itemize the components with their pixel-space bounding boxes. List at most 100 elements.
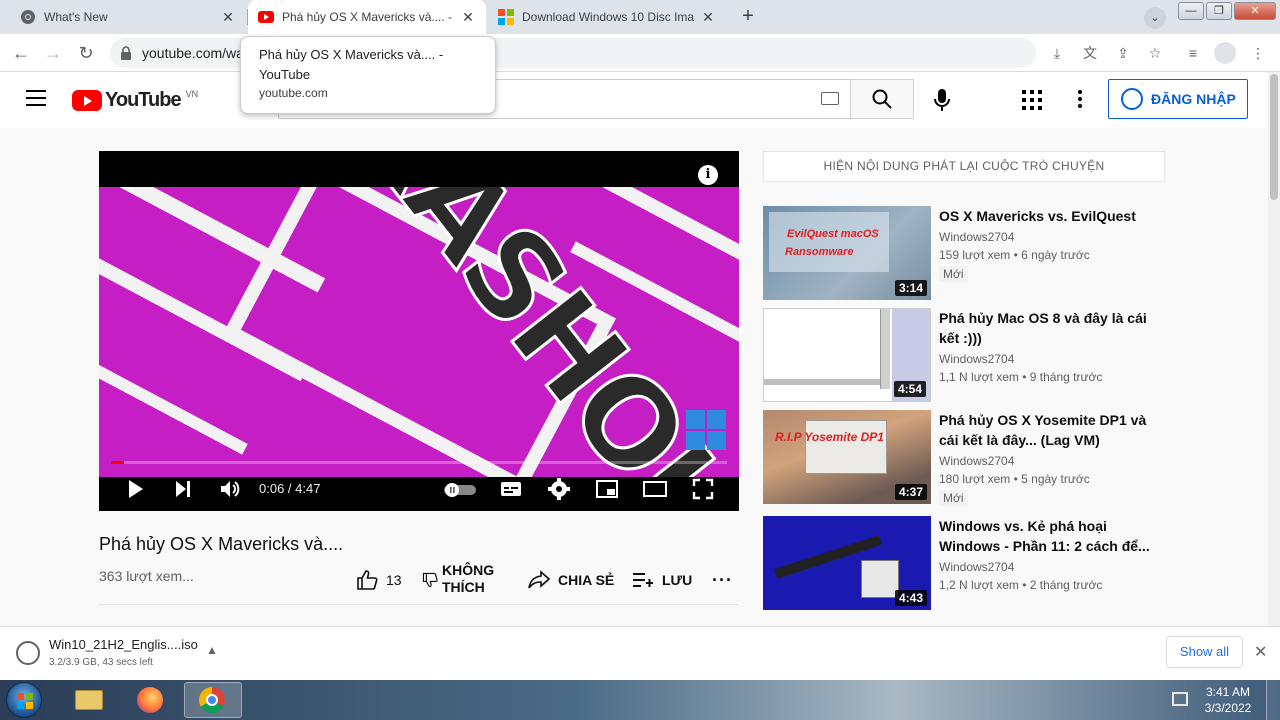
- tab-download-windows[interactable]: Download Windows 10 Disc Image ✕: [488, 0, 726, 34]
- share-button[interactable]: CHIA SẺ: [528, 570, 614, 590]
- minimize-icon[interactable]: —: [1178, 2, 1204, 20]
- reading-list-icon[interactable]: ≡: [1183, 43, 1203, 63]
- play-icon[interactable]: [123, 477, 147, 501]
- profile-avatar-icon[interactable]: [1214, 42, 1236, 64]
- hover-card-title: Phá hủy OS X Mavericks và.... - YouTube: [259, 47, 444, 82]
- clock-date: 3/3/2022: [1204, 701, 1252, 715]
- translate-icon[interactable]: 文: [1080, 43, 1100, 63]
- youtube-logo[interactable]: YouTube VN: [72, 89, 198, 112]
- microphone-icon[interactable]: [932, 88, 952, 112]
- tab-title: Phá hủy OS X Mavericks và.... - YouTube: [282, 10, 454, 24]
- network-icon[interactable]: [1172, 692, 1188, 706]
- recommendation-title[interactable]: Phá hủy OS X Yosemite DP1 và cái kết là …: [939, 410, 1159, 450]
- sign-in-button[interactable]: ĐĂNG NHẬP: [1108, 79, 1248, 119]
- recommendation-channel[interactable]: Windows2704: [939, 352, 1159, 366]
- recommendation-stats: 159 lượt xem • 6 ngày trước: [939, 248, 1090, 262]
- apps-grid-icon[interactable]: [1022, 90, 1042, 110]
- recommendation-thumbnail[interactable]: 4:54: [763, 308, 931, 402]
- autoplay-toggle-icon[interactable]: [442, 477, 478, 501]
- thumbs-down-icon[interactable]: [422, 572, 438, 588]
- show-chat-replay-button[interactable]: HIỆN NỘI DUNG PHÁT LẠI CUỘC TRÒ CHUYỆN: [763, 151, 1165, 182]
- recommendation-item[interactable]: 4:54 Phá hủy Mac OS 8 và đây là cái kết …: [763, 308, 1165, 402]
- more-actions-icon[interactable]: ···: [712, 570, 733, 591]
- taskbar-explorer[interactable]: [60, 682, 118, 718]
- share-label: CHIA SẺ: [558, 572, 615, 588]
- maximize-icon[interactable]: ❐: [1206, 2, 1232, 20]
- browser-tab-strip: What's New ✕ Phá hủy OS X Mavericks và..…: [0, 0, 1280, 34]
- subtitles-icon[interactable]: [499, 477, 523, 501]
- reload-icon[interactable]: ↻: [75, 42, 97, 64]
- taskbar-chrome[interactable]: [184, 682, 242, 718]
- chrome-icon: [199, 687, 225, 713]
- progress-bar[interactable]: [111, 461, 727, 464]
- miniplayer-icon[interactable]: [595, 477, 619, 501]
- url-text: youtube.com/wa: [142, 45, 244, 61]
- recommendation-item[interactable]: EvilQuest macOS Ransomware 3:14 OS X Mav…: [763, 206, 1165, 300]
- system-clock[interactable]: 3:41 AM 3/3/2022: [1198, 684, 1258, 716]
- video-duration: 4:43: [894, 590, 927, 606]
- tab-youtube-video[interactable]: Phá hủy OS X Mavericks và.... - YouTube …: [248, 0, 486, 34]
- close-download-bar-icon[interactable]: ✕: [1254, 642, 1267, 662]
- download-bar: Win10_21H2_Englis....iso 3.2/3.9 GB, 43 …: [0, 626, 1280, 680]
- chevron-up-icon[interactable]: ▲: [206, 643, 218, 657]
- recommendation-title[interactable]: OS X Mavericks vs. EvilQuest: [939, 206, 1159, 226]
- recommendation-item[interactable]: R.I.P Yosemite DP1 4:37 Phá hủy OS X Yos…: [763, 410, 1165, 506]
- theater-mode-icon[interactable]: [643, 477, 667, 501]
- disc-image-file-icon: [16, 641, 40, 665]
- close-window-icon[interactable]: ✕: [1234, 2, 1276, 20]
- video-duration: 4:37: [894, 484, 927, 500]
- chrome-icon: [21, 10, 35, 24]
- recommendation-stats: 180 lượt xem • 5 ngày trước: [939, 472, 1090, 486]
- player-controls: 0:06 / 4:47: [99, 469, 739, 511]
- settings-gear-icon[interactable]: [547, 477, 571, 501]
- install-app-icon[interactable]: ⤓: [1047, 43, 1067, 63]
- tab-whats-new[interactable]: What's New ✕: [10, 0, 246, 34]
- video-player[interactable]: CRASHOUT i 0:06 / 4:47: [99, 151, 739, 511]
- download-filename: Win10_21H2_Englis....iso: [49, 637, 198, 652]
- thumbs-up-icon: [357, 570, 378, 590]
- recommendation-thumbnail[interactable]: EvilQuest macOS Ransomware 3:14: [763, 206, 931, 300]
- view-count[interactable]: 363 lượt xem...: [99, 568, 194, 584]
- scrollbar-thumb[interactable]: [1270, 74, 1278, 200]
- chrome-menu-icon[interactable]: ⋮: [1248, 43, 1268, 63]
- close-tab-icon[interactable]: ✕: [220, 9, 236, 25]
- back-arrow-icon[interactable]: ←: [10, 42, 32, 64]
- recommendation-meta: OS X Mavericks vs. EvilQuest Windows2704…: [939, 206, 1159, 283]
- close-tab-icon[interactable]: ✕: [700, 9, 716, 25]
- info-icon[interactable]: i: [698, 165, 718, 185]
- save-button[interactable]: LƯU: [632, 570, 692, 590]
- like-button[interactable]: 13: [356, 570, 402, 590]
- recommendation-channel[interactable]: Windows2704: [939, 454, 1159, 468]
- recommendation-stats: 1,2 N lượt xem • 2 tháng trước: [939, 578, 1103, 592]
- recommendation-title[interactable]: Phá hủy Mac OS 8 và đây là cái kết :))): [939, 308, 1159, 348]
- video-duration: 3:14: [894, 280, 927, 296]
- search-button[interactable]: [850, 79, 914, 119]
- taskbar-firefox[interactable]: [122, 682, 180, 718]
- share-icon[interactable]: ⇪: [1113, 43, 1133, 63]
- fullscreen-icon[interactable]: [691, 477, 715, 501]
- recommendation-channel[interactable]: Windows2704: [939, 560, 1159, 574]
- video-title: Phá hủy OS X Mavericks và....: [99, 534, 344, 554]
- more-vertical-icon[interactable]: [1078, 90, 1082, 108]
- new-tab-button[interactable]: +: [736, 5, 760, 29]
- close-tab-icon[interactable]: ✕: [460, 9, 476, 25]
- bookmark-star-icon[interactable]: ☆: [1145, 43, 1165, 63]
- start-button[interactable]: [6, 682, 42, 718]
- menu-hamburger-icon[interactable]: [26, 90, 46, 106]
- show-all-downloads-button[interactable]: Show all: [1166, 636, 1243, 668]
- next-icon[interactable]: [171, 477, 195, 501]
- recommendation-item[interactable]: 4:43 Windows vs. Kẻ phá hoại Windows - P…: [763, 516, 1165, 610]
- page-scrollbar[interactable]: [1268, 72, 1280, 626]
- recommendation-channel[interactable]: Windows2704: [939, 230, 1159, 244]
- browser-toolbar: ← → ↻ youtube.com/wa ⤓ 文 ⇪ ☆ ≡ ⋮: [0, 34, 1280, 72]
- youtube-icon: [258, 11, 274, 23]
- keyboard-icon[interactable]: [821, 92, 839, 105]
- recommendation-thumbnail[interactable]: R.I.P Yosemite DP1 4:37: [763, 410, 931, 504]
- show-desktop-button[interactable]: [1266, 680, 1280, 720]
- recommendation-thumbnail[interactable]: 4:43: [763, 516, 931, 610]
- dislike-button[interactable]: KHÔNG THÍCH: [442, 562, 494, 596]
- volume-icon[interactable]: [218, 477, 242, 501]
- recommendation-title[interactable]: Windows vs. Kẻ phá hoại Windows - Phần 1…: [939, 516, 1159, 556]
- forward-arrow-icon[interactable]: →: [42, 42, 64, 64]
- tab-search-chevron-icon[interactable]: ⌄: [1144, 7, 1166, 29]
